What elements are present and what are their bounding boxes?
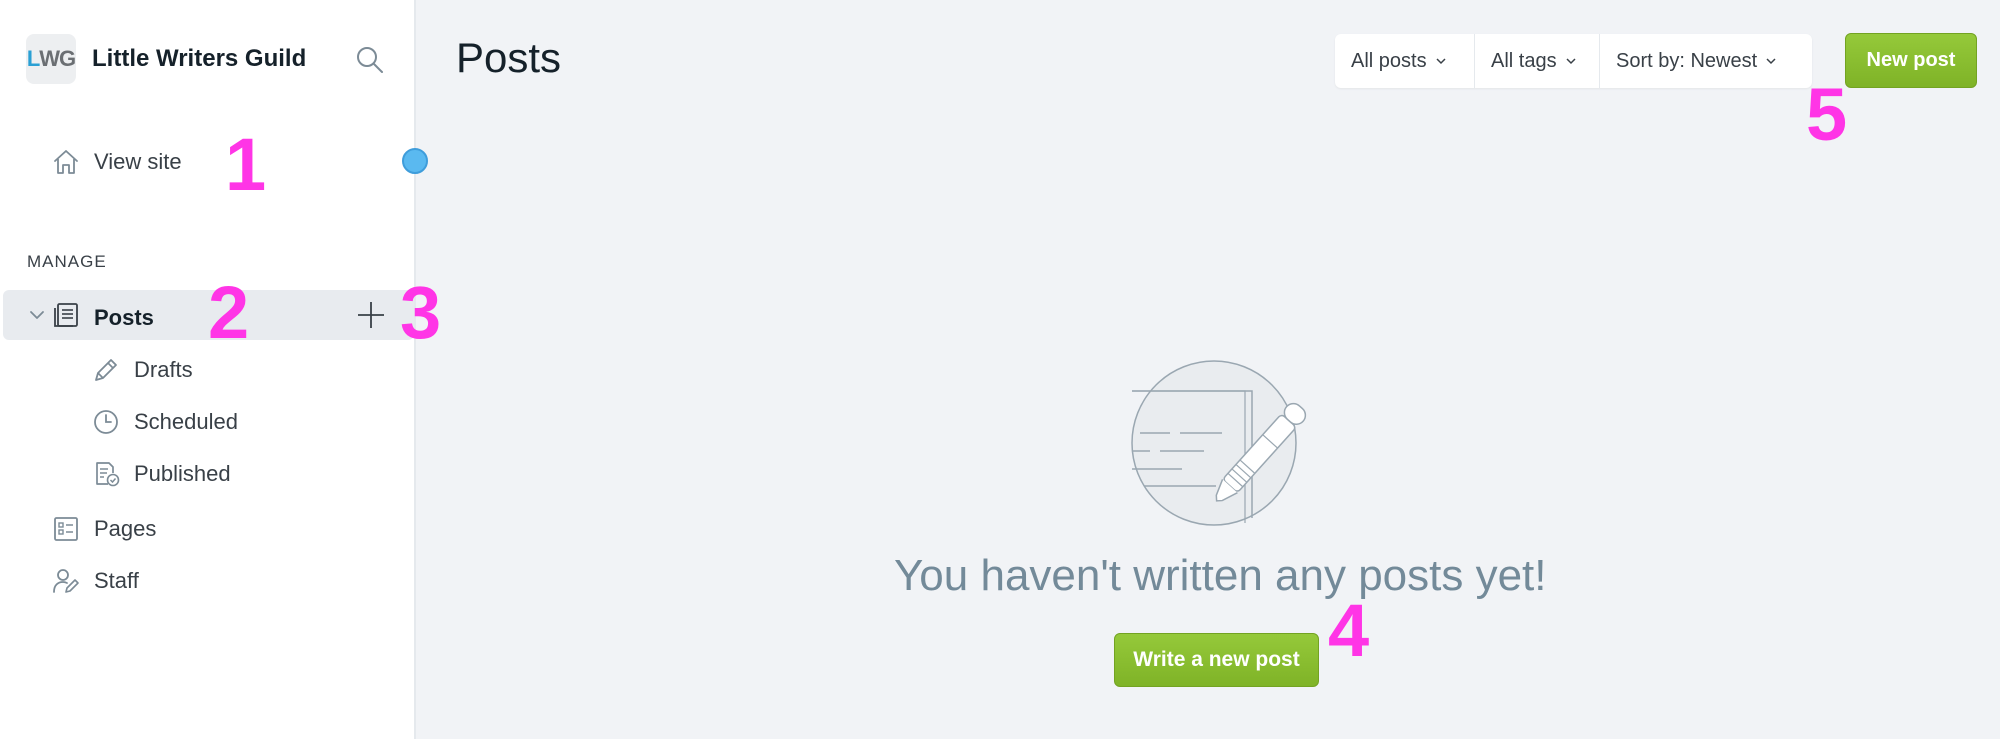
new-post-button[interactable]: New post	[1845, 33, 1977, 88]
nav-drafts-label: Drafts	[134, 357, 193, 382]
annotation-marker-4: 4	[1328, 589, 1370, 672]
logo-letters-wg: WG	[39, 46, 76, 71]
write-new-post-button[interactable]: Write a new post	[1114, 633, 1319, 687]
nav-scheduled[interactable]: Scheduled	[92, 408, 238, 436]
filter-bar: All posts All tags Sort by: Newest	[1335, 34, 1812, 88]
chevron-down-icon	[1765, 55, 1777, 67]
annotation-marker-5: 5	[1806, 73, 1848, 156]
filter-sort[interactable]: Sort by: Newest	[1600, 34, 1812, 88]
nav-published-label: Published	[134, 461, 231, 486]
nav-pages-label: Pages	[94, 516, 157, 541]
chevron-down-icon	[1565, 55, 1577, 67]
filter-all-tags[interactable]: All tags	[1475, 34, 1600, 88]
nav-posts-label: Posts	[94, 305, 154, 330]
nav-drafts[interactable]: Drafts	[92, 356, 193, 384]
nav-staff[interactable]: Staff	[52, 567, 139, 595]
annotation-marker-1: 1	[225, 123, 267, 206]
nav-view-site[interactable]: View site	[52, 148, 182, 176]
nav-view-site-label: View site	[94, 149, 182, 174]
published-icon	[92, 460, 120, 488]
chevron-down-icon[interactable]	[27, 305, 47, 330]
pencil-icon	[92, 356, 120, 384]
clock-icon	[92, 408, 120, 436]
filter-all-posts-label: All posts	[1351, 49, 1427, 72]
site-title: Little Writers Guild	[92, 45, 307, 72]
home-icon	[52, 148, 80, 176]
pages-icon	[52, 515, 80, 543]
nav-staff-label: Staff	[94, 568, 139, 593]
empty-posts-illustration	[1126, 358, 1316, 528]
chevron-down-icon	[1435, 55, 1447, 67]
staff-icon	[52, 567, 80, 595]
filter-sort-label: Sort by: Newest	[1616, 49, 1758, 72]
filter-all-posts[interactable]: All posts	[1335, 34, 1475, 88]
annotation-marker-3: 3	[400, 271, 442, 354]
search-icon[interactable]	[354, 44, 386, 76]
nav-pages[interactable]: Pages	[52, 515, 156, 543]
page-title: Posts	[456, 34, 562, 81]
nav-scheduled-label: Scheduled	[134, 409, 238, 434]
nav-posts[interactable]: Posts	[52, 301, 154, 335]
sidebar: L WG Little Writers Guild View site MANAG…	[0, 0, 428, 739]
annotation-marker-2: 2	[208, 271, 250, 354]
status-indicator-dot	[402, 148, 428, 174]
logo-letter-l: L	[26, 46, 40, 71]
plus-icon[interactable]	[356, 300, 386, 330]
brand[interactable]: L WG Little Writers Guild	[26, 34, 306, 84]
posts-icon	[52, 301, 80, 335]
nav-published[interactable]: Published	[92, 460, 231, 488]
site-logo: L WG	[26, 34, 76, 84]
empty-state-message: You haven't written any posts yet!	[894, 551, 1547, 600]
filter-all-tags-label: All tags	[1491, 49, 1557, 72]
section-label-manage: MANAGE	[27, 252, 107, 271]
